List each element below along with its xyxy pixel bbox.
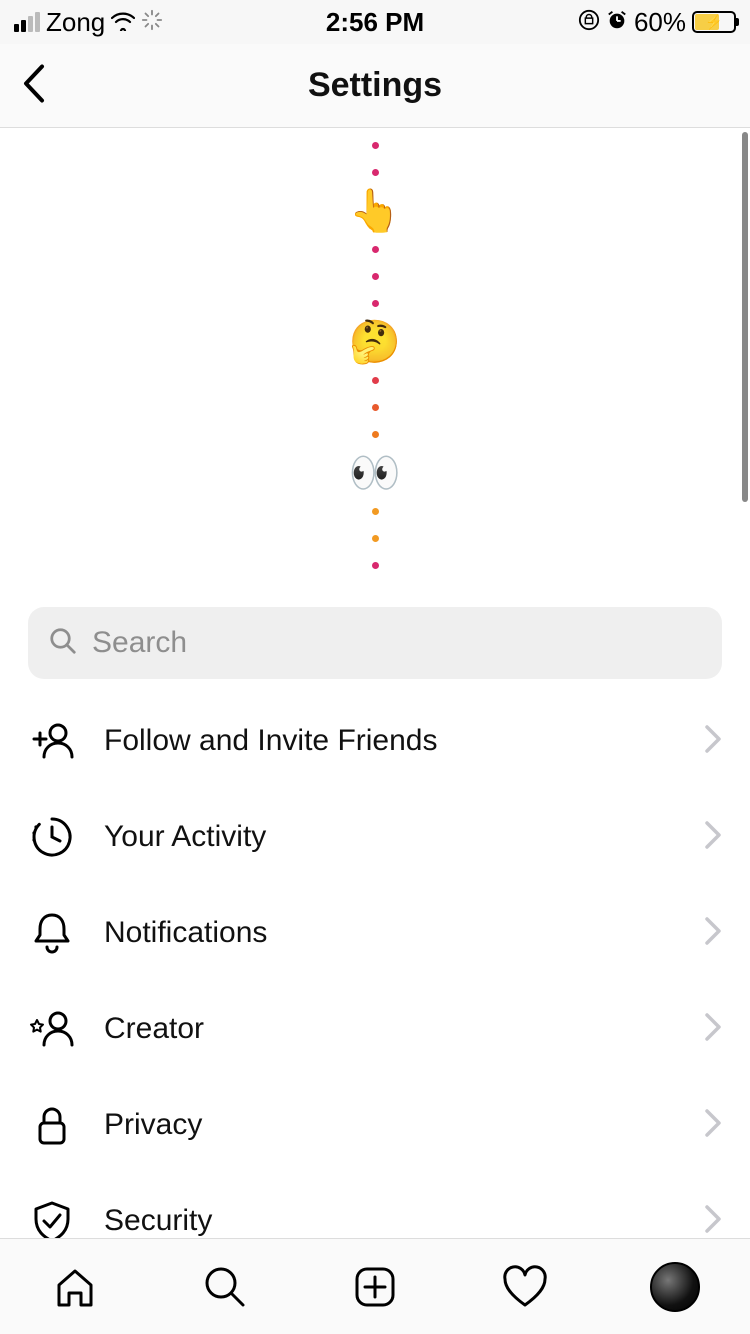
emoji-point-up: 👆 <box>349 190 401 232</box>
alarm-icon <box>606 7 628 38</box>
star-user-icon <box>28 1005 76 1053</box>
search-bar[interactable] <box>28 607 722 679</box>
battery-percent: 60% <box>634 7 686 38</box>
search-input[interactable] <box>92 626 702 660</box>
settings-item-activity[interactable]: Your Activity <box>28 789 722 885</box>
settings-item-creator[interactable]: Creator <box>28 981 722 1077</box>
trail-dot <box>372 142 379 149</box>
trail-dot <box>372 246 379 253</box>
settings-item-follow-invite[interactable]: Follow and Invite Friends <box>28 693 722 789</box>
trail-dot <box>372 377 379 384</box>
settings-item-label: Notifications <box>104 916 676 950</box>
chevron-right-icon <box>704 1204 722 1239</box>
content-scroll[interactable]: 👆 🤔 👀 Follow and Invite Friends <box>0 128 750 1238</box>
tab-profile[interactable] <box>647 1259 703 1315</box>
status-left: Zong <box>14 7 163 38</box>
wifi-icon <box>111 7 135 38</box>
tab-home[interactable] <box>47 1259 103 1315</box>
trail-dot <box>372 273 379 280</box>
nav-header: Settings <box>0 44 750 128</box>
status-right: 60% ⚡ <box>578 7 736 38</box>
settings-item-label: Security <box>104 1204 676 1238</box>
page-title: Settings <box>308 66 442 105</box>
tab-create[interactable] <box>347 1259 403 1315</box>
carrier-label: Zong <box>46 7 105 38</box>
settings-item-privacy[interactable]: Privacy <box>28 1077 722 1173</box>
emoji-eyes: 👀 <box>349 452 401 494</box>
shield-check-icon <box>28 1197 76 1238</box>
trail-dot <box>372 535 379 542</box>
trail-dot <box>372 169 379 176</box>
tab-search[interactable] <box>197 1259 253 1315</box>
settings-item-notifications[interactable]: Notifications <box>28 885 722 981</box>
activity-clock-icon <box>28 813 76 861</box>
settings-item-label: Follow and Invite Friends <box>104 724 676 758</box>
chevron-right-icon <box>704 1108 722 1143</box>
trail-dot <box>372 404 379 411</box>
tab-bar <box>0 1238 750 1334</box>
settings-item-label: Your Activity <box>104 820 676 854</box>
emoji-trail: 👆 🤔 👀 <box>0 128 750 599</box>
chevron-right-icon <box>704 916 722 951</box>
settings-item-label: Creator <box>104 1012 676 1046</box>
loading-spinner-icon <box>141 7 163 38</box>
bell-icon <box>28 909 76 957</box>
emoji-thinking: 🤔 <box>349 321 401 363</box>
settings-list: Follow and Invite Friends Your Activity … <box>0 693 750 1238</box>
chevron-right-icon <box>704 820 722 855</box>
trail-dot <box>372 431 379 438</box>
orientation-lock-icon <box>578 7 600 38</box>
trail-dot <box>372 508 379 515</box>
avatar-icon <box>650 1262 700 1312</box>
lock-icon <box>28 1101 76 1149</box>
chevron-right-icon <box>704 1012 722 1047</box>
tab-activity[interactable] <box>497 1259 553 1315</box>
trail-dot <box>372 562 379 569</box>
status-time: 2:56 PM <box>326 7 424 38</box>
chevron-right-icon <box>704 724 722 759</box>
status-bar: Zong 2:56 PM 60% ⚡ <box>0 0 750 44</box>
search-icon <box>48 626 78 661</box>
signal-icon <box>14 12 40 32</box>
settings-item-security[interactable]: Security <box>28 1173 722 1238</box>
battery-icon: ⚡ <box>692 11 736 33</box>
add-user-icon <box>28 717 76 765</box>
back-button[interactable] <box>20 62 48 109</box>
trail-dot <box>372 300 379 307</box>
settings-item-label: Privacy <box>104 1108 676 1142</box>
scroll-indicator[interactable] <box>742 132 748 502</box>
